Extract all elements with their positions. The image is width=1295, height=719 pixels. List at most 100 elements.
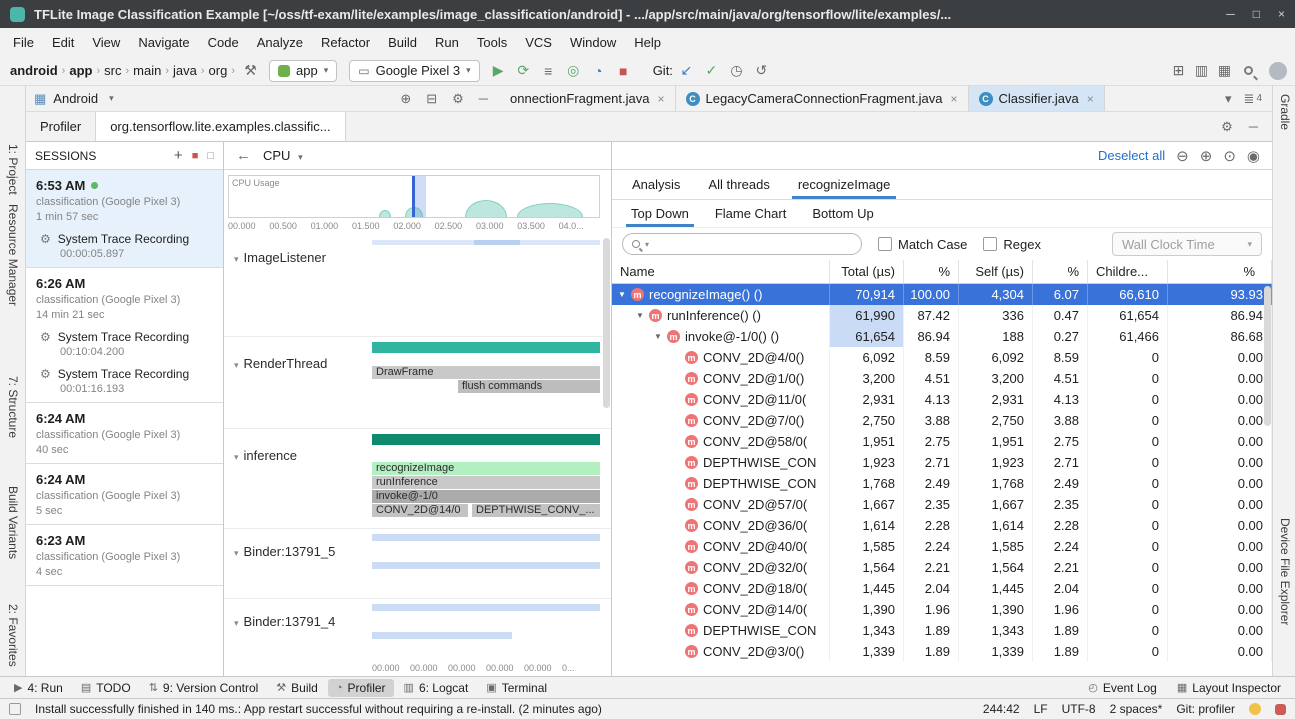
menu-file[interactable]: File <box>4 31 43 54</box>
minimap-selection-range[interactable] <box>412 176 426 217</box>
tabs-dropdown-icon[interactable]: ▾ <box>1225 91 1232 107</box>
tab-close-icon[interactable]: × <box>1087 92 1094 106</box>
project-settings-icon[interactable]: ⚙ <box>448 91 468 107</box>
calltree-row[interactable]: mCONV_2D@32/0(1,5642.211,5642.2100.00 <box>612 557 1272 578</box>
avatar[interactable] <box>1269 62 1287 80</box>
search-input[interactable]: ▾ <box>622 233 862 255</box>
tool-window-button-build-variants[interactable]: Build Variants <box>6 486 20 559</box>
subtab-flame-chart[interactable]: Flame Chart <box>702 200 800 227</box>
project-view-selector[interactable]: Android <box>53 91 98 106</box>
session-entry[interactable]: 6:53 AMclassification (Google Pixel 3)1 … <box>26 170 223 267</box>
column-header-6[interactable]: % <box>1168 260 1272 283</box>
calltree-row[interactable]: mDEPTHWISE_CON1,3431.891,3431.8900.00 <box>612 620 1272 641</box>
close-button[interactable]: × <box>1278 7 1285 21</box>
tool-window-button-resource-manager[interactable]: Resource Manager <box>6 204 20 306</box>
calltree-row[interactable]: mCONV_2D@7/0()2,7503.882,7503.8800.00 <box>612 410 1272 431</box>
toolwindow-button-layout-inspector[interactable]: ▦Layout Inspector <box>1169 679 1289 697</box>
calltree-row[interactable]: mCONV_2D@57/0(1,6672.351,6672.3500.00 <box>612 494 1272 515</box>
stop-recording-icon[interactable]: ■ <box>192 150 199 162</box>
menu-vcs[interactable]: VCS <box>516 31 561 54</box>
toolwindow-button-4-run[interactable]: ▶4: Run <box>6 679 71 697</box>
build-hammer-icon[interactable]: ⚒ <box>239 62 262 79</box>
locate-file-icon[interactable]: ⊕ <box>396 91 415 107</box>
subtab-bottom-up[interactable]: Bottom Up <box>799 200 886 227</box>
end-session-icon[interactable]: □ <box>207 150 214 162</box>
thread-label-binder5[interactable]: ▾Binder:13791_5 <box>234 544 335 559</box>
trace-span-drawframe[interactable]: DrawFrame <box>372 366 600 379</box>
thread-label-imagelistener[interactable]: ▾ImageListener <box>234 250 326 265</box>
column-header-0[interactable]: Name <box>612 260 830 283</box>
menu-view[interactable]: View <box>83 31 129 54</box>
zoom-out-icon[interactable]: ⊖ <box>1176 147 1189 165</box>
calltree-row[interactable]: mCONV_2D@14/0(1,3901.961,3901.9600.00 <box>612 599 1272 620</box>
session-entry[interactable]: 6:24 AMclassification (Google Pixel 3)5 … <box>26 464 223 524</box>
menu-help[interactable]: Help <box>625 31 670 54</box>
thread-label-inference[interactable]: ▾inference <box>234 448 297 463</box>
cpu-selector[interactable]: CPU ▾ <box>263 148 303 163</box>
deselect-all-link[interactable]: Deselect all <box>1098 148 1165 163</box>
hide-panel-icon[interactable]: ─ <box>475 91 492 106</box>
tab-close-icon[interactable]: × <box>657 92 664 106</box>
cpu-scrollbar[interactable] <box>603 238 610 408</box>
menu-refactor[interactable]: Refactor <box>312 31 379 54</box>
git-history-icon[interactable]: ◷ <box>725 62 748 79</box>
session-entry[interactable]: 6:23 AMclassification (Google Pixel 3)4 … <box>26 525 223 585</box>
session-entry[interactable]: 6:24 AMclassification (Google Pixel 3)40… <box>26 403 223 463</box>
profiler-minimize-icon[interactable]: ─ <box>1249 119 1258 134</box>
thread-label-binder4[interactable]: ▾Binder:13791_4 <box>234 614 335 629</box>
git-commit-icon[interactable]: ✓ <box>700 62 723 79</box>
status-item-2-spaces[interactable]: 2 spaces* <box>1110 702 1163 716</box>
trace-span-recognizeimage[interactable]: recognizeImage <box>372 462 600 475</box>
menu-tools[interactable]: Tools <box>468 31 516 54</box>
clock-type-select[interactable]: Wall Clock Time ▾ <box>1112 232 1262 256</box>
menu-navigate[interactable]: Navigate <box>129 31 198 54</box>
tool-window-button-7-structure[interactable]: 7: Structure <box>6 376 20 438</box>
tool-window-button-1-project[interactable]: 1: Project <box>6 144 20 195</box>
stop-button[interactable]: ■ <box>612 63 635 79</box>
menu-analyze[interactable]: Analyze <box>248 31 312 54</box>
tab-all-threads[interactable]: All threads <box>694 170 783 199</box>
run-button[interactable]: ▶ <box>487 62 510 79</box>
tool-window-button-gradle[interactable]: Gradle <box>1278 94 1292 130</box>
profiler-session-tab[interactable]: org.tensorflow.lite.examples.classific..… <box>95 112 345 141</box>
profiler-settings-icon[interactable]: ⚙ <box>1221 119 1233 135</box>
reset-zoom-icon[interactable]: ⊙ <box>1223 147 1236 165</box>
debug-button[interactable]: ◎ <box>562 62 585 79</box>
zoom-to-selection-icon[interactable]: ◉ <box>1247 147 1260 165</box>
editor-tab-classifier-java[interactable]: CClassifier.java× <box>969 86 1105 111</box>
breadcrumb-android[interactable]: android <box>8 63 60 78</box>
minimize-button[interactable]: ─ <box>1226 7 1235 21</box>
zoom-in-icon[interactable]: ⊕ <box>1200 147 1213 165</box>
calltree-row[interactable]: mCONV_2D@3/0()1,3391.891,3391.8900.00 <box>612 641 1272 662</box>
run-configuration-select[interactable]: app ▾ <box>269 60 337 82</box>
calltree-row[interactable]: mCONV_2D@11/0(2,9314.132,9314.1300.00 <box>612 389 1272 410</box>
status-item-lf[interactable]: LF <box>1034 702 1048 716</box>
trace-span-conv2d[interactable]: CONV_2D@14/0 <box>372 504 468 517</box>
column-header-5[interactable]: Childre... <box>1088 260 1168 283</box>
hidden-tabs-icon[interactable]: ≣ 4 <box>1244 91 1262 107</box>
sdk-manager-icon[interactable]: ▦ <box>1213 62 1236 79</box>
status-item-git-profiler[interactable]: Git: profiler <box>1176 702 1235 716</box>
avd-manager-icon[interactable]: ▥ <box>1190 62 1213 79</box>
status-item-utf-8[interactable]: UTF-8 <box>1062 702 1096 716</box>
expand-triangle-icon[interactable]: ▼ <box>636 311 649 320</box>
thread-label-renderthread[interactable]: ▾RenderThread <box>234 356 327 371</box>
breadcrumb-app[interactable]: app <box>67 63 94 78</box>
breadcrumb-java[interactable]: java <box>171 63 199 78</box>
search-everywhere-icon[interactable] <box>1244 66 1253 75</box>
expand-triangle-icon[interactable]: ▼ <box>618 290 631 299</box>
notifications-icon[interactable] <box>1275 704 1286 715</box>
trace-span-depthwise-conv[interactable]: DEPTHWISE_CONV_... <box>472 504 600 517</box>
tab-analysis[interactable]: Analysis <box>618 170 694 199</box>
calltree-row[interactable]: mDEPTHWISE_CON1,9232.711,9232.7100.00 <box>612 452 1272 473</box>
breadcrumb-org[interactable]: org <box>207 63 230 78</box>
expand-triangle-icon[interactable]: ▼ <box>654 332 667 341</box>
calltree-row[interactable]: ▼mrecognizeImage() ()70,914100.004,3046.… <box>612 284 1272 305</box>
tool-window-button-2-favorites[interactable]: 2: Favorites <box>6 604 20 667</box>
toolwindow-button-9-version-control[interactable]: ⇅9: Version Control <box>141 679 267 697</box>
calltree-row[interactable]: ▼minvoke@-1/0() ()61,65486.941880.2761,4… <box>612 326 1272 347</box>
match-case-checkbox[interactable]: Match Case <box>878 237 967 252</box>
calltree-row[interactable]: mCONV_2D@1/0()3,2004.513,2004.5100.00 <box>612 368 1272 389</box>
calltree-row[interactable]: mDEPTHWISE_CON1,7682.491,7682.4900.00 <box>612 473 1272 494</box>
device-select[interactable]: ▭ Google Pixel 3 ▾ <box>349 60 479 82</box>
